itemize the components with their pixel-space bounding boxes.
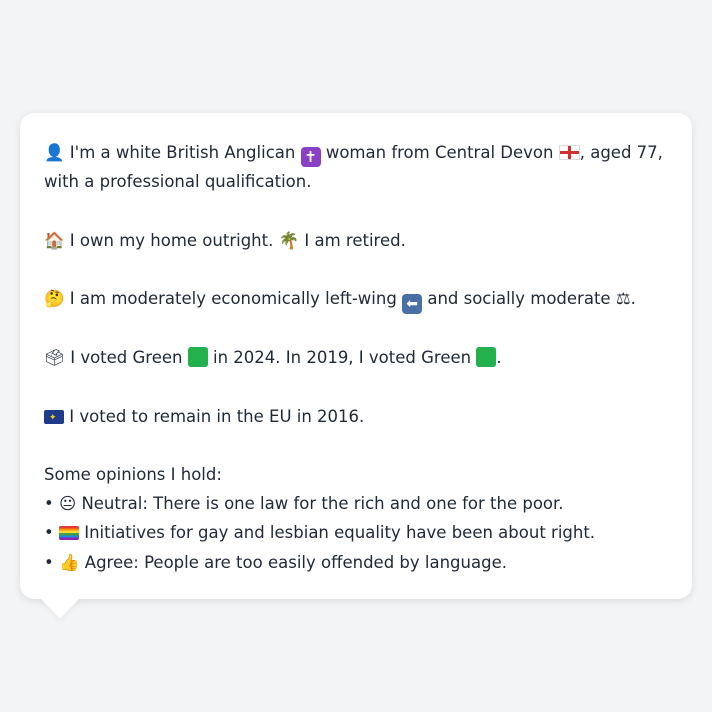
opinions-heading: Some opinions I hold: [44, 464, 222, 484]
speech-bubble-tail [40, 598, 80, 619]
identity-text-4: with a professional qualification. [44, 172, 312, 192]
latin-cross-icon: ✝ [300, 147, 321, 167]
bullet: • [44, 552, 54, 572]
vote-text-1: I voted Green [70, 348, 183, 368]
list-item: • 😐 Neutral: There is one law for the ri… [44, 489, 668, 518]
vote-paragraph: 🗳 I voted Green in 2024. In 2019, I vote… [44, 343, 668, 372]
home-text: I own my home outright. [69, 230, 274, 250]
opinions-section: Some opinions I hold: • 😐 Neutral: There… [44, 460, 668, 577]
left-arrow-icon: ⬅ [402, 293, 423, 314]
green-square-icon [187, 347, 208, 368]
person-icon: 👤 [44, 143, 65, 162]
rainbow-flag-icon [58, 526, 79, 541]
thinking-face-icon: 🤔 [44, 288, 65, 308]
opinions-list: • 😐 Neutral: There is one law for the ri… [44, 489, 668, 577]
neutral-face-icon: 😐 [58, 494, 77, 514]
politics-paragraph: 🤔 I am moderately economically left-wing… [44, 284, 668, 314]
thumbs-up-icon: 👍 [58, 552, 80, 572]
economic-text: I am moderately economically left-wing [69, 288, 397, 308]
list-item: • 👍 Agree: People are too easily offende… [44, 548, 668, 577]
eu-flag-icon [44, 404, 64, 433]
politics-period: . [630, 288, 636, 308]
identity-text-3: , aged 77, [579, 143, 663, 162]
house-icon: 🏠 [44, 230, 65, 250]
retired-text: I am retired. [304, 230, 406, 250]
identity-paragraph: 👤 I'm a white British Anglican ✝ woman f… [44, 138, 668, 196]
bullet: • [44, 523, 54, 543]
opinion-text: Initiatives for gay and lesbian equality… [84, 523, 596, 543]
home-paragraph: 🏠 I own my home outright. 🌴 I am retired… [44, 226, 668, 255]
opinion-text: Neutral: There is one law for the rich a… [81, 494, 564, 514]
green-square-icon [476, 347, 497, 368]
eu-paragraph: I voted to remain in the EU in 2016. [44, 402, 668, 433]
persona-card: 👤 I'm a white British Anglican ✝ woman f… [20, 113, 692, 599]
vote-period: . [496, 348, 502, 368]
opinion-text: Agree: People are too easily offended by… [84, 552, 507, 572]
england-flag-icon [558, 145, 580, 160]
eu-text: I voted to remain in the EU in 2016. [69, 406, 365, 426]
balance-scale-icon: ⚖ [615, 288, 631, 308]
palm-tree-icon: 🌴 [278, 230, 300, 250]
social-text: and socially moderate [427, 288, 611, 308]
list-item: • Initiatives for gay and lesbian equali… [44, 518, 668, 547]
ballot-box-icon: 🗳 [44, 348, 65, 368]
identity-text-2: woman from Central Devon [325, 143, 554, 162]
bullet: • [44, 494, 54, 514]
identity-text-1: I'm a white British Anglican [69, 143, 296, 162]
vote-text-2: in 2024. In 2019, I voted Green [212, 348, 472, 368]
